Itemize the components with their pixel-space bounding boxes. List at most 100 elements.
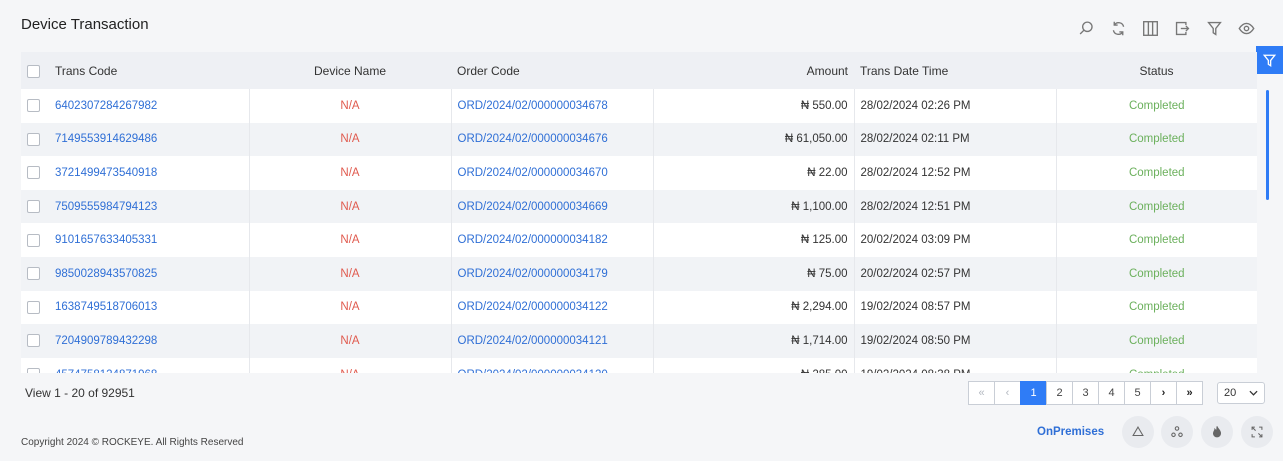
row-checkbox[interactable] [27,166,40,180]
order-code-link[interactable]: ORD/2024/02/000000034121 [451,324,654,358]
row-select-cell [21,257,49,291]
status-cell: Completed [1128,99,1185,112]
page-button-4[interactable]: 4 [1098,381,1125,405]
trans-code-link[interactable]: 7509555984794123 [49,189,250,224]
order-code-link[interactable]: ORD/2024/02/000000034678 [451,89,654,123]
order-code-link[interactable]: ORD/2024/02/000000034182 [451,223,654,257]
trans-date-time-cell: 19/02/2024 08:57 PM [854,290,1057,325]
table-row[interactable]: 6402307284267982 N/A ORD/2024/02/000000034… [21,89,1257,123]
select-all-checkbox[interactable] [27,64,40,78]
status-cell: Completed [1128,234,1185,247]
page-button-2[interactable]: 2 [1046,381,1073,405]
column-header-status[interactable]: Status [1056,52,1257,89]
amount-cell: ₦ 2,294.00 [653,290,855,325]
column-header-amount[interactable]: Amount [653,52,854,89]
trans-date-time-cell: 28/02/2024 12:52 PM [854,156,1057,190]
row-checkbox[interactable] [27,99,40,113]
amount-cell: ₦ 1,100.00 [653,189,855,224]
row-checkbox[interactable] [27,334,40,348]
order-code-link[interactable]: ORD/2024/02/000000034676 [451,122,654,157]
column-header-trans-date-time[interactable]: Trans Date Time [854,52,1056,89]
expand-icon[interactable] [1241,416,1273,448]
table-row[interactable]: 3721499473540918 N/A ORD/2024/02/000000034… [21,156,1257,190]
column-header-device-name[interactable]: Device Name [249,52,451,89]
trans-date-time-cell: 28/02/2024 12:51 PM [854,189,1057,224]
trans-date-time-cell: 19/02/2024 08:50 PM [854,324,1057,358]
amount-cell: ₦ 61,050.00 [653,122,855,157]
deployment-mode-link[interactable]: OnPremises [1037,426,1104,438]
page-button-1[interactable]: 1 [1020,381,1047,405]
order-code-link[interactable]: ORD/2024/02/000000034670 [451,156,654,190]
export-icon[interactable] [1166,17,1198,39]
trans-code-link[interactable]: 4574758124871968 [49,357,250,373]
transaction-grid: Trans Code Device Name Order Code Amount… [21,52,1257,373]
trans-code-link[interactable]: 3721499473540918 [49,156,250,190]
row-select-cell [21,324,49,358]
row-checkbox[interactable] [27,267,40,281]
row-select-cell [21,89,49,123]
trans-date-time-cell: 20/02/2024 03:09 PM [854,223,1057,257]
trans-code-link[interactable]: 9850028943570825 [49,256,250,291]
first-page-button[interactable]: « [968,381,995,405]
row-checkbox[interactable] [27,300,40,314]
columns-icon[interactable] [1134,17,1166,39]
status-cell: Completed [1128,166,1185,179]
amount-cell: ₦ 125.00 [653,223,855,257]
grid-scrollbar[interactable] [1266,90,1269,200]
table-row[interactable]: 9850028943570825 N/A ORD/2024/02/000000034… [21,256,1257,291]
device-name-cell: N/A [249,122,452,157]
status-cell: Completed [1128,133,1185,146]
trans-code-link[interactable]: 7149553914629486 [49,122,250,157]
trans-date-time-cell: 28/02/2024 02:26 PM [854,89,1057,123]
table-row[interactable]: 7509555984794123 N/A ORD/2024/02/000000034… [21,189,1257,224]
filter-icon [1262,54,1277,67]
trans-code-link[interactable]: 1638749518706013 [49,290,250,325]
table-row[interactable]: 7204909789432298 N/A ORD/2024/02/000000034… [21,324,1257,358]
prev-page-button[interactable]: ‹ [994,381,1021,405]
fire-icon[interactable] [1201,416,1233,448]
row-select-cell [21,123,49,157]
table-row[interactable]: 1638749518706013 N/A ORD/2024/02/000000034… [21,290,1257,325]
amount-cell: ₦ 22.00 [653,156,855,190]
next-page-button[interactable]: › [1150,381,1177,405]
trans-date-time-cell: 20/02/2024 02:57 PM [854,256,1057,291]
page-size-value: 20 [1224,387,1237,399]
page-title: Device Transaction [21,16,149,33]
order-code-link[interactable]: ORD/2024/02/000000034179 [451,256,654,291]
search-icon[interactable] [1070,17,1102,39]
network-icon[interactable] [1161,416,1193,448]
page-size-select[interactable]: 20 [1217,382,1265,404]
amount-cell: ₦ 550.00 [653,89,855,123]
copyright-text: Copyright 2024 © ROCKEYE. All Rights Res… [21,437,244,448]
row-select-cell [21,223,49,257]
row-checkbox[interactable] [27,132,40,146]
column-header-order-code[interactable]: Order Code [451,52,653,89]
order-code-link[interactable]: ORD/2024/02/000000034669 [451,189,654,224]
row-select-cell [21,291,49,325]
table-row[interactable]: 4574758124871968N/AORD/2024/02/000000034… [21,357,1257,373]
row-checkbox[interactable] [27,233,40,247]
last-page-button[interactable]: » [1176,381,1203,405]
status-cell: Completed [1128,334,1185,347]
order-code-link[interactable]: ORD/2024/02/000000034122 [451,290,654,325]
recycle-icon[interactable] [1122,416,1154,448]
table-row[interactable]: 9101657633405331 N/A ORD/2024/02/000000034… [21,223,1257,257]
amount-cell: ₦ 75.00 [653,256,855,291]
status-cell: Completed [1128,267,1185,280]
table-row[interactable]: 7149553914629486 N/A ORD/2024/02/000000034… [21,122,1257,157]
filter-icon[interactable] [1198,17,1230,39]
trans-code-link[interactable]: 6402307284267982 [49,89,250,123]
row-checkbox[interactable] [27,368,40,373]
device-name-cell: N/A [249,357,452,373]
page-button-3[interactable]: 3 [1072,381,1099,405]
device-name-cell: N/A [249,256,452,291]
side-filter-button[interactable] [1256,46,1283,74]
order-code-link[interactable]: ORD/2024/02/000000034120 [451,357,654,373]
row-checkbox[interactable] [27,200,40,214]
refresh-icon[interactable] [1102,17,1134,39]
trans-code-link[interactable]: 9101657633405331 [49,223,250,257]
column-header-trans-code[interactable]: Trans Code [49,52,249,89]
eye-icon[interactable] [1230,17,1262,39]
trans-code-link[interactable]: 7204909789432298 [49,324,250,358]
page-button-5[interactable]: 5 [1124,381,1151,405]
